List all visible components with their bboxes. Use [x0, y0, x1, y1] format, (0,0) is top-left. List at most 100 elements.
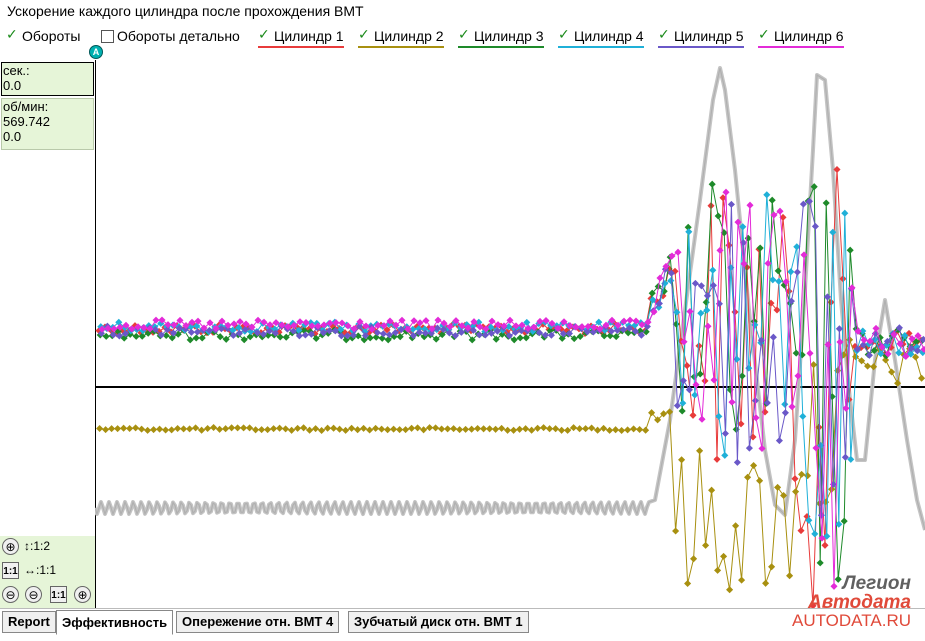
cylinder-2-point — [564, 426, 572, 434]
cylinder-2-point — [420, 426, 428, 434]
legend-item-cylinder-4[interactable]: Цилиндр 4 — [558, 26, 644, 48]
cylinder-2-point — [252, 426, 260, 434]
cylinder-2-point — [378, 425, 386, 433]
cylinder-2-point — [336, 425, 344, 433]
cursor-marker-a[interactable]: A — [89, 45, 103, 59]
cylinder-4-point — [721, 451, 729, 459]
cylinder-2-point — [330, 424, 338, 432]
tab-advance-tdc4[interactable]: Опережение отн. ВМТ 4 — [176, 611, 340, 633]
cylinder-2-point — [198, 426, 206, 434]
zoom-out-vertical-button[interactable]: ⊖ — [2, 586, 19, 603]
cylinder-2-point — [450, 425, 458, 433]
checkbox-icon[interactable] — [458, 26, 471, 43]
checkbox-icon[interactable] — [258, 26, 271, 43]
cylinder-2-point — [162, 426, 170, 434]
cylinder-2-point — [498, 424, 506, 432]
cylinder-1-point — [689, 411, 697, 419]
cylinder-2-point — [690, 555, 698, 563]
cylinder-5-point — [733, 458, 741, 466]
cylinder-2-point — [126, 424, 134, 433]
cylinder-4-point — [811, 530, 819, 538]
cylinder-2-point — [804, 472, 812, 480]
left-panel: сек.: 0.0 об/мин: 569.742 0.0 — [0, 60, 95, 608]
cylinder-6-point — [698, 415, 706, 423]
cylinder-2-point — [798, 470, 806, 478]
cylinder-1-point — [821, 541, 829, 549]
zoom-in-horizontal-button[interactable]: ⊕ — [74, 586, 91, 603]
cylinder-4-point — [799, 412, 807, 420]
cylinder-2-point — [96, 424, 104, 433]
cylinder-2-point — [888, 368, 896, 376]
cylinder-6-point — [674, 248, 682, 256]
legend-item-cylinder-6[interactable]: Цилиндр 6 — [758, 26, 844, 48]
cylinder-4-point — [841, 209, 849, 217]
checkbox-icon[interactable] — [758, 26, 771, 43]
reset-horizontal-scale-button[interactable]: 1:1 — [50, 586, 67, 603]
legend-item-cylinder-3[interactable]: Цилиндр 3 — [458, 26, 544, 48]
cylinder-2-point — [306, 426, 314, 434]
checkbox-icon[interactable] — [358, 26, 371, 43]
legend-item-rpm-detailed[interactable]: Обороты детально — [101, 26, 240, 46]
cylinder-2-point — [300, 424, 308, 432]
cylinder-2-point — [522, 425, 530, 433]
cylinder-2-point — [750, 461, 758, 470]
cylinder-3-point — [516, 334, 524, 342]
reset-vertical-scale-button[interactable]: 1:1 — [2, 562, 19, 579]
cylinder-2-point — [534, 424, 542, 432]
tab-efficiency[interactable]: Эффективность — [56, 610, 174, 635]
legend-item-cylinder-2[interactable]: Цилиндр 2 — [358, 26, 444, 48]
cylinder-2-point — [354, 426, 362, 434]
cylinder-2-point — [402, 426, 410, 434]
legend-item-cylinder-5[interactable]: Цилиндр 5 — [658, 26, 744, 48]
cylinder-2-point — [204, 424, 212, 433]
cylinder-3-point — [282, 333, 290, 341]
cylinder-2-point — [702, 541, 710, 549]
cylinder-3-point — [384, 336, 392, 344]
legend-item-rpm[interactable]: Обороты — [6, 26, 80, 46]
cylinder-5-point — [811, 222, 819, 230]
cylinder-2-point — [516, 425, 524, 433]
cylinder-3-point — [816, 559, 824, 567]
cylinder-3-point — [678, 407, 686, 415]
cylinder-2-point — [408, 424, 416, 432]
cylinder-2-point — [282, 425, 290, 433]
chart-svg[interactable] — [95, 60, 925, 608]
cylinder-6-point — [830, 582, 838, 590]
cylinder-2-point — [276, 424, 284, 432]
checkbox-icon[interactable] — [558, 26, 571, 43]
cylinder-2-point — [576, 425, 584, 433]
cylinder-2-point — [918, 374, 925, 382]
legend-label: Цилиндр 2 — [374, 28, 444, 44]
cylinder-2-point — [456, 426, 464, 434]
cylinder-2-point — [360, 424, 368, 432]
cylinder-3-point — [522, 334, 530, 342]
cylinder-2-point — [684, 579, 692, 588]
legend-label: Обороты — [22, 28, 81, 44]
tab-report[interactable]: Report — [2, 611, 56, 633]
cylinder-2-point — [696, 447, 704, 455]
cylinder-2-point — [222, 425, 230, 433]
cylinder-2-point — [348, 424, 356, 432]
checkbox-icon[interactable] — [6, 26, 19, 43]
cylinder-4-point — [781, 400, 789, 408]
cylinder-5-point — [721, 429, 729, 438]
cylinder-2-point — [444, 425, 452, 433]
cylinder-2-point — [720, 552, 728, 560]
checkbox-icon[interactable] — [101, 29, 114, 43]
cylinder-4-point — [763, 191, 771, 199]
cylinder-2-point — [570, 424, 578, 432]
legend-label: Цилиндр 6 — [774, 28, 844, 44]
zoom-in-vertical-button[interactable]: ⊕ — [2, 538, 19, 555]
cylinder-5-point — [187, 328, 195, 336]
cylinder-2-point — [624, 426, 632, 434]
legend-item-cylinder-1[interactable]: Цилиндр 1 — [258, 26, 344, 48]
cylinder-2-point — [156, 425, 164, 433]
checkbox-icon[interactable] — [658, 26, 671, 43]
cylinder-5-point — [691, 279, 699, 287]
rpm-value-secondary: 0.0 — [3, 129, 22, 144]
tab-toothed-disc-tdc1[interactable]: Зубчатый диск отн. ВМТ 1 — [348, 611, 529, 633]
zoom-out-horizontal-button[interactable]: ⊖ — [25, 586, 42, 603]
cylinder-3-point — [276, 333, 284, 341]
plot-area[interactable] — [95, 60, 925, 608]
cylinder-2-point — [366, 426, 374, 434]
